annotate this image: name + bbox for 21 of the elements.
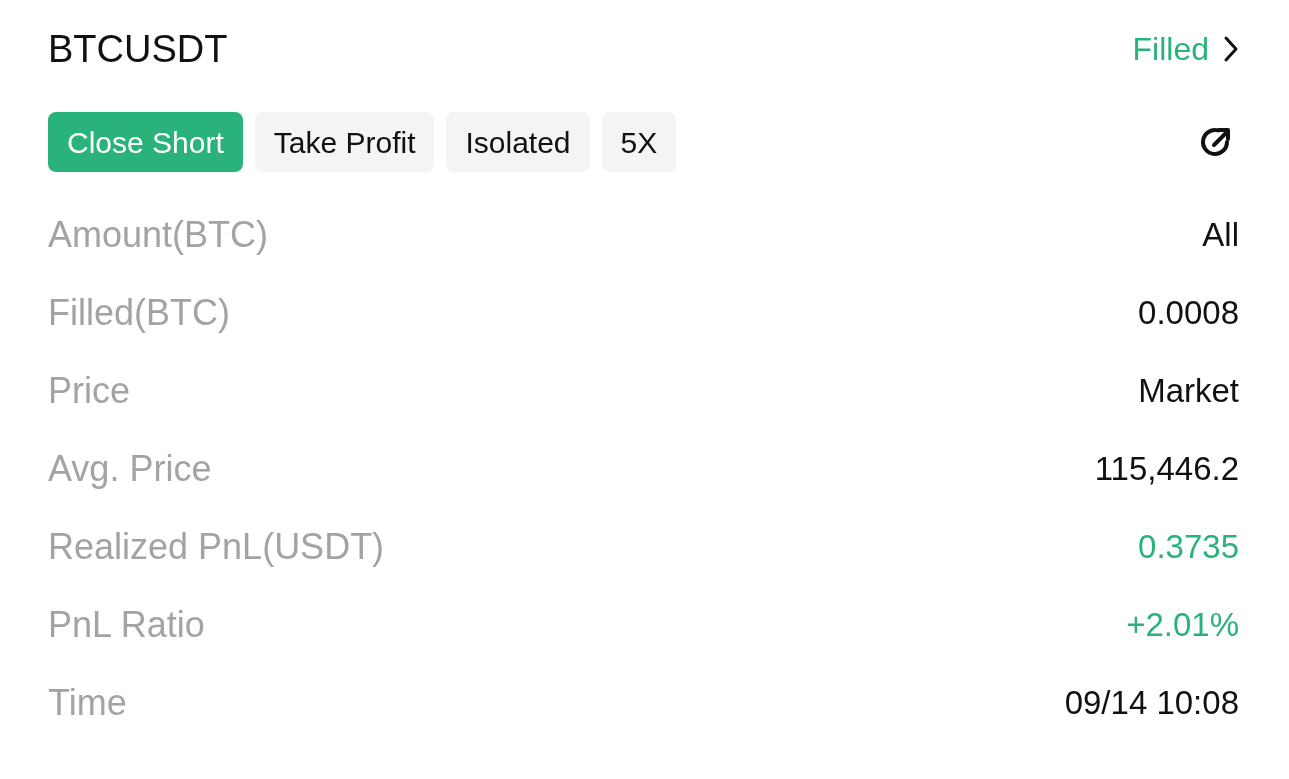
field-value: 09/14 10:08: [1064, 683, 1239, 724]
field-value: 115,446.2: [1094, 449, 1239, 490]
field-value: 0.0008: [1138, 293, 1239, 334]
field-value: Market: [1138, 371, 1239, 412]
field-value: All: [1202, 215, 1239, 256]
symbol-title: BTCUSDT: [48, 26, 228, 72]
field-label: Time: [48, 681, 127, 725]
field-label: PnL Ratio: [48, 603, 205, 647]
field-label: Avg. Price: [48, 447, 212, 491]
field-label: Price: [48, 369, 131, 413]
field-label: Filled(BTC): [48, 291, 230, 335]
field-label: Realized PnL(USDT): [48, 525, 385, 569]
order-tag: Take Profit: [254, 112, 435, 172]
order-tag: Close Short: [48, 112, 243, 172]
status-link[interactable]: Filled: [1132, 25, 1239, 73]
field-label: Amount(BTC): [48, 213, 269, 257]
field-value: 0.3735: [1138, 527, 1239, 568]
chevron-right-icon: [1223, 35, 1239, 63]
field-value: +2.01%: [1126, 605, 1239, 646]
order-tag: Isolated: [446, 112, 590, 172]
order-tag: 5X: [601, 112, 677, 172]
